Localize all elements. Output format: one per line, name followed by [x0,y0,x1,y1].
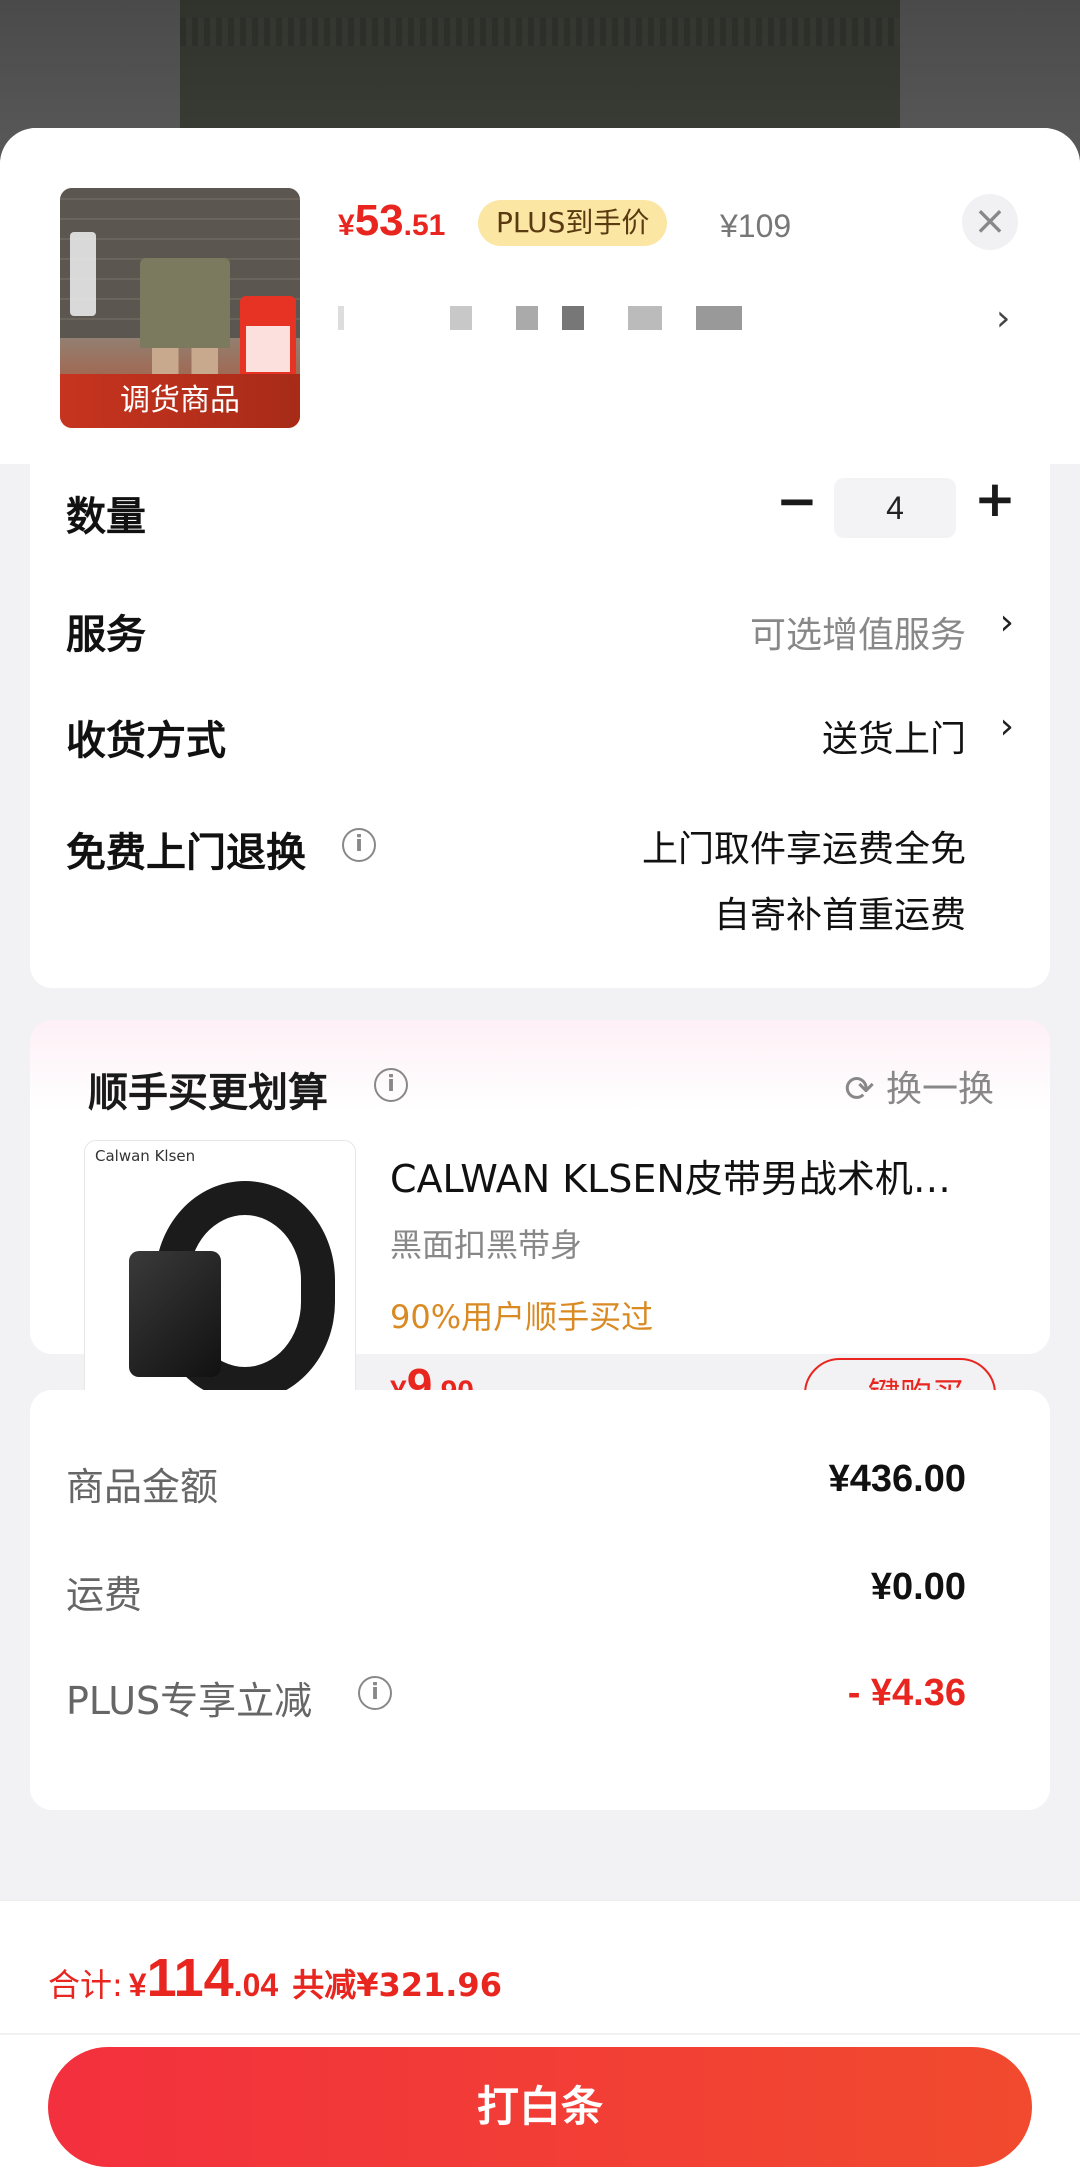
order-total: 合计: ¥ 114 .04 共减¥321.96 [48,1947,502,2009]
sheet-header: 调货商品 ¥ 53 .51 PLUS到手价 ¥109 × › [0,128,1080,464]
quantity-decrease-button[interactable]: − [776,472,818,530]
delivery-chevron-icon[interactable]: › [1000,706,1014,747]
belt-buckle [129,1251,221,1377]
thumb-promo-badge [240,296,296,380]
free-return-line2: 自寄补首重运费 [713,895,966,936]
free-return-label: 免费上门退换 [66,830,306,876]
total-symbol: ¥ [128,1967,147,2003]
thumb-ribbon: 调货商品 [60,374,300,428]
checkout-bar: 合计: ¥ 114 .04 共减¥321.96 打白条 [0,1900,1080,2178]
product-price: ¥ 53 .51 [338,196,445,266]
addon-product-spec: 黑面扣黑带身 [390,1226,583,1264]
price-symbol: ¥ [338,209,355,242]
addon-product-image[interactable]: Calwan Klsen [84,1140,356,1412]
close-button[interactable]: × [962,194,1018,250]
addon-info-icon[interactable]: i [374,1068,408,1102]
quantity-label: 数量 [66,494,146,540]
purchase-sheet: 调货商品 ¥ 53 .51 PLUS到手价 ¥109 × › 数量 − 4 + … [0,128,1080,2178]
service-value[interactable]: 可选增值服务 [750,606,966,658]
service-label: 服务 [66,612,146,658]
shipping-label: 运费 [66,1573,143,1617]
shipping-value: ¥0.00 [870,1566,966,1608]
price-summary-card: 商品金额 ¥436.00 运费 ¥0.00 PLUS专享立减 i - ¥4.36 [30,1390,1050,1810]
goods-amount-label: 商品金额 [66,1465,219,1509]
options-card: 数量 − 4 + 服务 可选增值服务 › 收货方式 送货上门 › 免费上门退换 … [30,464,1050,988]
selected-spec-blurred[interactable] [338,306,758,332]
checkout-divider [0,2033,1080,2035]
service-chevron-icon[interactable]: › [1000,602,1014,643]
plus-discount-info-icon[interactable]: i [358,1676,392,1710]
goods-amount-value: ¥436.00 [828,1458,966,1500]
total-integer: 114 [146,1948,234,2008]
total-saved: 共减¥321.96 [292,1966,502,2004]
free-return-line1: 上门取件享运费全免 [641,829,966,870]
plus-discount-value: - ¥4.36 [847,1672,966,1714]
quantity-increase-button[interactable]: + [974,470,1016,528]
refresh-label: 换一换 [885,1069,994,1110]
addon-card: 顺手买更划算 i ⟳ 换一换 Calwan Klsen CALWAN KLSEN… [30,1020,1050,1430]
quantity-input[interactable]: 4 [834,478,956,538]
total-label: 合计: [48,1966,123,2004]
delivery-value[interactable]: 送货上门 [822,710,966,762]
delivery-label: 收货方式 [66,718,226,764]
addon-social-proof: 90%用户顺手买过 [390,1298,654,1336]
total-decimal: .04 [233,1967,279,2003]
thumb-shorts [140,258,230,348]
close-icon: × [973,198,1007,244]
addon-title: 顺手买更划算 [88,1070,328,1116]
plus-discount-label: PLUS专享立减 [66,1679,313,1723]
spec-chevron-icon[interactable]: › [996,298,1010,339]
info-icon[interactable]: i [342,828,376,862]
price-decimal: .51 [403,209,446,242]
thumb-feature-strip [70,232,96,316]
price-integer: 53 [354,196,404,245]
plus-price-tag: PLUS到手价 [478,200,668,246]
refresh-button[interactable]: ⟳ 换一换 [844,1060,994,1112]
addon-product-name[interactable]: CALWAN KLSEN皮带男战术机… [390,1148,990,1203]
refresh-icon: ⟳ [844,1069,875,1110]
pay-with-baitiao-button[interactable]: 打白条 [48,2047,1032,2167]
addon-image-brand: Calwan Klsen [95,1147,196,1165]
original-price: ¥109 [720,208,792,244]
product-thumbnail[interactable]: 调货商品 [60,188,300,428]
